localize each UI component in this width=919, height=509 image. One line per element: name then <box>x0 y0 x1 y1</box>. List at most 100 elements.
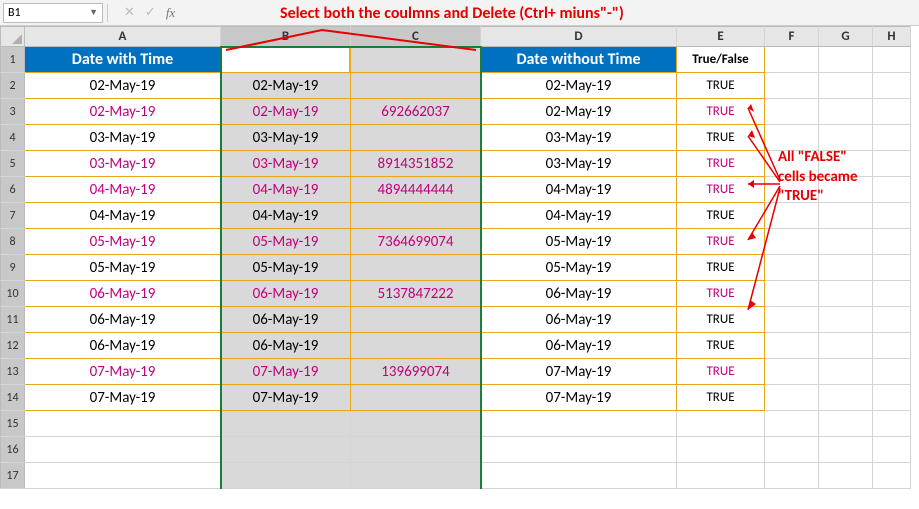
cell[interactable] <box>819 333 873 359</box>
cell[interactable] <box>873 99 911 125</box>
cell[interactable] <box>677 463 765 489</box>
cell[interactable] <box>819 125 873 151</box>
cell[interactable] <box>25 437 221 463</box>
cell[interactable] <box>351 203 481 229</box>
chevron-down-icon[interactable]: ▼ <box>89 7 98 18</box>
cell[interactable]: Date without Time <box>481 47 677 73</box>
cell[interactable] <box>765 73 819 99</box>
cell[interactable] <box>765 385 819 411</box>
cell[interactable]: 07-May-19 <box>481 359 677 385</box>
cell[interactable]: 05-May-19 <box>221 255 351 281</box>
cell[interactable] <box>765 437 819 463</box>
row-head[interactable]: 15 <box>1 411 25 437</box>
cell[interactable]: 03-May-19 <box>481 151 677 177</box>
row-head[interactable]: 11 <box>1 307 25 333</box>
cell[interactable] <box>481 437 677 463</box>
cell[interactable] <box>873 281 911 307</box>
cell[interactable]: 04-May-19 <box>25 203 221 229</box>
cell[interactable] <box>819 47 873 73</box>
cell[interactable]: 06-May-19 <box>481 307 677 333</box>
cell[interactable]: 04-May-19 <box>221 203 351 229</box>
cell[interactable] <box>873 125 911 151</box>
cell[interactable]: 05-May-19 <box>481 255 677 281</box>
cell[interactable] <box>351 437 481 463</box>
cancel-icon[interactable]: ✕ <box>124 5 135 20</box>
cell[interactable] <box>819 437 873 463</box>
row-head[interactable]: 7 <box>1 203 25 229</box>
fx-icon[interactable]: fx <box>166 5 175 21</box>
cell[interactable]: 8914351852 <box>351 151 481 177</box>
cell[interactable] <box>819 307 873 333</box>
cell[interactable]: 05-May-19 <box>481 229 677 255</box>
cell[interactable]: 07-May-19 <box>221 385 351 411</box>
cell[interactable] <box>221 463 351 489</box>
cell[interactable] <box>873 203 911 229</box>
cell[interactable]: 03-May-19 <box>25 151 221 177</box>
cell[interactable] <box>819 281 873 307</box>
cell[interactable]: TRUE <box>677 359 765 385</box>
cell[interactable] <box>221 411 351 437</box>
cell[interactable]: 03-May-19 <box>25 125 221 151</box>
cell[interactable] <box>677 411 765 437</box>
cell[interactable] <box>819 99 873 125</box>
cell[interactable] <box>873 47 911 73</box>
row-head[interactable]: 8 <box>1 229 25 255</box>
cell[interactable] <box>351 73 481 99</box>
cell[interactable]: 02-May-19 <box>221 99 351 125</box>
cell[interactable] <box>351 255 481 281</box>
row-head[interactable]: 9 <box>1 255 25 281</box>
cell[interactable]: 139699074 <box>351 359 481 385</box>
col-head-d[interactable]: D <box>481 27 677 47</box>
cell[interactable] <box>819 359 873 385</box>
cell[interactable] <box>765 463 819 489</box>
cell[interactable]: 07-May-19 <box>25 359 221 385</box>
cell[interactable]: 06-May-19 <box>221 333 351 359</box>
row-head[interactable]: 3 <box>1 99 25 125</box>
cell[interactable] <box>873 177 911 203</box>
cell[interactable] <box>819 411 873 437</box>
cell[interactable] <box>819 229 873 255</box>
cell[interactable]: 03-May-19 <box>221 151 351 177</box>
cell[interactable] <box>677 437 765 463</box>
cell[interactable] <box>873 359 911 385</box>
cell[interactable]: True/False <box>677 47 765 73</box>
cell[interactable] <box>873 307 911 333</box>
cell[interactable] <box>351 307 481 333</box>
cell[interactable]: 03-May-19 <box>481 125 677 151</box>
cell[interactable] <box>351 125 481 151</box>
confirm-icon[interactable]: ✓ <box>145 5 156 20</box>
cell[interactable]: 04-May-19 <box>481 177 677 203</box>
cell[interactable]: 03-May-19 <box>221 125 351 151</box>
row-head[interactable]: 12 <box>1 333 25 359</box>
cell[interactable]: 06-May-19 <box>481 281 677 307</box>
cell[interactable]: 04-May-19 <box>25 177 221 203</box>
col-head-h[interactable]: H <box>873 27 911 47</box>
cell[interactable] <box>819 385 873 411</box>
cell[interactable] <box>481 463 677 489</box>
cell[interactable] <box>873 463 911 489</box>
cell[interactable] <box>351 385 481 411</box>
cell[interactable] <box>351 333 481 359</box>
cell[interactable]: 05-May-19 <box>25 229 221 255</box>
cell[interactable]: 02-May-19 <box>221 73 351 99</box>
cell[interactable]: TRUE <box>677 385 765 411</box>
cell[interactable] <box>873 437 911 463</box>
cell[interactable] <box>873 411 911 437</box>
select-all-corner[interactable] <box>1 27 25 47</box>
cell[interactable] <box>819 73 873 99</box>
cell[interactable] <box>25 411 221 437</box>
row-head[interactable]: 1 <box>1 47 25 73</box>
cell[interactable]: 06-May-19 <box>221 307 351 333</box>
cell[interactable]: 02-May-19 <box>25 73 221 99</box>
cell[interactable]: 07-May-19 <box>221 359 351 385</box>
cell[interactable] <box>765 411 819 437</box>
cell[interactable] <box>481 411 677 437</box>
name-box[interactable]: B1 ▼ <box>3 3 103 23</box>
row-head[interactable]: 2 <box>1 73 25 99</box>
cell[interactable]: 04-May-19 <box>481 203 677 229</box>
cell[interactable]: 07-May-19 <box>25 385 221 411</box>
cell[interactable] <box>351 463 481 489</box>
cell[interactable] <box>873 385 911 411</box>
cell[interactable] <box>873 151 911 177</box>
row-head[interactable]: 6 <box>1 177 25 203</box>
